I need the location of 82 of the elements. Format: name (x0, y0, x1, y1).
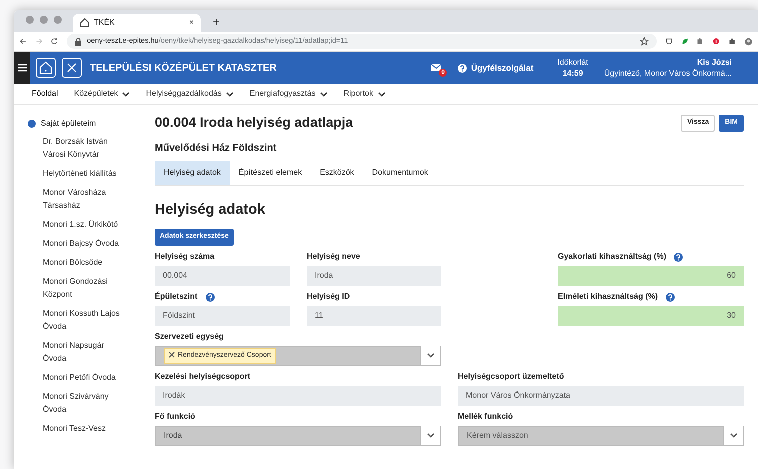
field-label: Helyiség száma (155, 251, 215, 264)
help-icon (458, 64, 468, 72)
select-field[interactable]: Kérem válasszon (458, 426, 744, 446)
caret-icon (730, 432, 738, 440)
input-field[interactable]: 00.004 (155, 266, 290, 286)
profile-icon[interactable] (744, 36, 752, 46)
field-label: Fő funkció (155, 411, 196, 424)
window-control-dot[interactable] (40, 16, 48, 24)
field-label: Mellék funkció (458, 411, 514, 424)
page-title: 00.004 Iroda helyiség adatlapja (155, 115, 354, 132)
caret-icon (226, 90, 234, 98)
close-button[interactable] (62, 58, 82, 78)
input-field[interactable]: 60 (558, 266, 744, 286)
user-name[interactable]: Kis Józsi (604, 57, 732, 68)
nav-link[interactable]: Középületek (74, 88, 130, 100)
user-role: Ügyintéző, Monor Város Önkormá... (604, 68, 732, 79)
input-field[interactable]: Monor Város Önkormányzata (458, 386, 744, 406)
window-control-dot[interactable] (54, 16, 62, 24)
caret-icon (426, 432, 434, 440)
nav-link[interactable]: Főoldal (32, 88, 58, 100)
house-icon (39, 61, 53, 75)
close-icon (67, 63, 77, 73)
nav-link[interactable]: Helyiséggazdálkodás (146, 88, 234, 100)
input-field[interactable]: 30 (558, 306, 744, 326)
input-field[interactable]: Iroda (307, 266, 441, 286)
menu-button[interactable] (14, 52, 30, 84)
timeout-value: 14:59 (562, 68, 584, 79)
input-field[interactable]: Földszint (155, 306, 290, 326)
sidebar-item[interactable]: Monori Bajcsy Óvoda (28, 237, 122, 250)
field-label: Helyiségcsoport üzemeltető (458, 371, 564, 384)
tab[interactable]: Helyiség adatok (155, 160, 230, 184)
sidebar-item[interactable]: Monori Kossuth Lajos Óvoda (28, 307, 122, 333)
star-icon[interactable] (640, 37, 650, 46)
caret-icon (378, 90, 386, 98)
caret-icon (122, 90, 130, 98)
field-label: Kezelési helyiségcsoport (155, 371, 251, 384)
field-label: Helyiség ID (307, 291, 350, 304)
field-label: Helyiség neve (307, 251, 360, 264)
back-icon[interactable] (20, 37, 27, 46)
sidebar-item[interactable]: Saját épületeim (41, 118, 96, 130)
app-title: TELEPÜLÉSI KÖZÉPÜLET KATASZTER (90, 61, 277, 76)
remove-icon (169, 352, 175, 358)
menu-icon (18, 64, 26, 72)
field-label: Elméleti kihasználtság (%) (558, 291, 658, 304)
field-label: Szervezeti egység (155, 331, 224, 344)
tab[interactable]: Dokumentumok (363, 160, 438, 184)
new-tab-button[interactable]: + (213, 16, 220, 28)
sidebar-item[interactable]: Monori Petőfi Óvoda (28, 371, 122, 384)
page-subtitle: Művelődési Ház Földszint (155, 142, 278, 156)
nav-link[interactable]: Energiafogyasztás (250, 88, 328, 100)
select-field[interactable]: Iroda (155, 426, 441, 446)
tab[interactable]: Eszközök (311, 160, 364, 184)
sidebar-item[interactable]: Monori 1.sz. Űrkikötő (28, 218, 122, 231)
sidebar-item[interactable]: Monori Szivárvány Óvoda (28, 390, 122, 416)
sidebar-item[interactable]: Dr. Borzsák István Városi Könyvtár (28, 135, 122, 161)
mail-icon[interactable] (431, 64, 442, 72)
reload-icon[interactable] (51, 37, 58, 46)
input-field[interactable]: 11 (307, 306, 441, 326)
window-control-dot[interactable] (26, 16, 34, 24)
field-label: Épületszint (155, 291, 198, 304)
close-tab-button[interactable]: × (189, 17, 194, 29)
sidebar-item[interactable]: Monori Gondozási Központ (28, 275, 122, 301)
sidebar-item[interactable]: Monori Bölcsőde (28, 256, 122, 269)
home-button[interactable] (36, 58, 56, 78)
support-link[interactable]: Ügyfélszolgálat (458, 62, 534, 74)
lock-icon (75, 38, 82, 46)
leaf-icon[interactable] (682, 37, 688, 46)
caret-icon (320, 90, 328, 98)
house-icon (80, 18, 90, 28)
browser-tab[interactable]: TKÉK × (73, 14, 201, 32)
caret-icon (426, 352, 434, 360)
shield-icon[interactable] (666, 37, 673, 46)
tab[interactable]: Építészeti elemek (230, 160, 312, 184)
sidebar-item[interactable]: Monori Napsugár Óvoda (28, 339, 122, 365)
input-field[interactable]: Irodák (155, 386, 441, 406)
section-title: Helyiség adatok (155, 200, 266, 220)
timeout-label: Időkorlát (558, 57, 588, 68)
sidebar-item[interactable]: Helytörténeti kiállítás (28, 167, 122, 180)
sidebar-item[interactable]: Monori Tesz-Vesz (28, 422, 122, 435)
field-label: Gyakorlati kihasználtság (%) (558, 251, 666, 264)
sidebar-item[interactable]: Monor Városháza Társasház (28, 186, 122, 212)
nav-link[interactable]: Riportok (344, 88, 386, 100)
